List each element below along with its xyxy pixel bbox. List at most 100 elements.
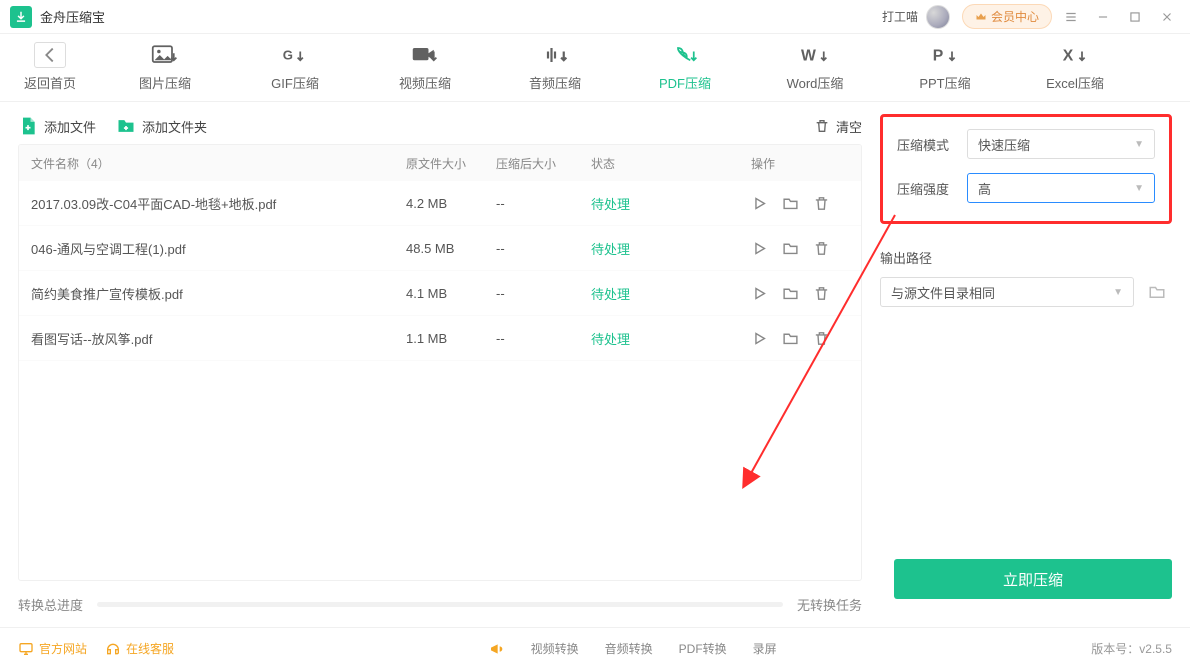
play-icon[interactable] xyxy=(751,195,768,212)
add-file-button[interactable]: 添加文件 xyxy=(18,116,96,136)
pdf-icon xyxy=(671,43,699,67)
version-label: 版本号：v2.5.5 xyxy=(1091,640,1172,657)
maximize-button[interactable] xyxy=(1122,4,1148,30)
table-row: 简约美食推广宣传模板.pdf4.1 MB--待处理 xyxy=(19,271,861,316)
chevron-down-icon: ▼ xyxy=(1134,139,1144,150)
cell-status: 待处理 xyxy=(591,239,751,258)
cell-name: 046-通风与空调工程(1).pdf xyxy=(19,239,406,258)
nav-gif-compress[interactable]: G GIF压缩 xyxy=(230,43,360,92)
footer-link-pdf[interactable]: PDF转换 xyxy=(679,640,727,657)
cell-orig-size: 1.1 MB xyxy=(406,331,496,346)
browse-folder-button[interactable] xyxy=(1142,277,1172,307)
trash-icon[interactable] xyxy=(813,330,830,347)
user-avatar[interactable] xyxy=(926,5,950,29)
folder-icon[interactable] xyxy=(782,240,799,257)
mode-label: 压缩模式 xyxy=(897,135,957,154)
progress-label: 转换总进度 xyxy=(18,595,83,614)
nav-audio-compress[interactable]: 音频压缩 xyxy=(490,43,620,92)
user-name: 打工喵 xyxy=(882,8,918,25)
footer-link-video[interactable]: 视频转换 xyxy=(531,640,579,657)
table-row: 看图写话--放风筝.pdf1.1 MB--待处理 xyxy=(19,316,861,361)
nav-video-compress[interactable]: 视频压缩 xyxy=(360,43,490,92)
app-title: 金舟压缩宝 xyxy=(40,7,105,26)
chevron-down-icon: ▼ xyxy=(1113,287,1123,298)
vip-label: 会员中心 xyxy=(991,8,1039,25)
nav-pdf-compress[interactable]: PDF压缩 xyxy=(620,43,750,92)
add-file-icon xyxy=(18,116,38,136)
nav-image-compress[interactable]: 图片压缩 xyxy=(100,43,230,92)
word-icon: W xyxy=(801,43,829,67)
col-header-orig: 原文件大小 xyxy=(406,155,496,172)
cell-status: 待处理 xyxy=(591,329,751,348)
cell-orig-size: 4.1 MB xyxy=(406,286,496,301)
megaphone-icon xyxy=(489,641,505,657)
excel-icon: X xyxy=(1061,43,1089,67)
footer-link-audio[interactable]: 音频转换 xyxy=(605,640,653,657)
nav-ppt-compress[interactable]: P PPT压缩 xyxy=(880,43,1010,92)
progress-track xyxy=(97,602,783,607)
crown-icon xyxy=(975,11,987,23)
file-table: 文件名称（4） 原文件大小 压缩后大小 状态 操作 2017.03.09改-C0… xyxy=(18,144,862,581)
clear-button[interactable]: 清空 xyxy=(814,117,862,136)
strength-select[interactable]: 高 ▼ xyxy=(967,173,1155,203)
cell-after-size: -- xyxy=(496,196,591,211)
folder-icon[interactable] xyxy=(782,330,799,347)
audio-icon xyxy=(541,43,569,67)
strength-label: 压缩强度 xyxy=(897,179,957,198)
progress-status: 无转换任务 xyxy=(797,595,862,614)
gif-icon: G xyxy=(281,43,309,67)
play-icon[interactable] xyxy=(751,285,768,302)
col-header-status: 状态 xyxy=(591,155,751,172)
trash-icon[interactable] xyxy=(813,195,830,212)
col-header-name: 文件名称（4） xyxy=(19,155,406,172)
table-row: 046-通风与空调工程(1).pdf48.5 MB--待处理 xyxy=(19,226,861,271)
nav-back-label: 返回首页 xyxy=(24,73,76,92)
cell-after-size: -- xyxy=(496,286,591,301)
play-icon[interactable] xyxy=(751,240,768,257)
footer-link-screen[interactable]: 录屏 xyxy=(753,640,777,657)
menu-icon[interactable] xyxy=(1058,4,1084,30)
nav-back[interactable]: 返回首页 xyxy=(0,43,100,92)
minimize-button[interactable] xyxy=(1090,4,1116,30)
cell-name: 2017.03.09改-C04平面CAD-地毯+地板.pdf xyxy=(19,194,406,213)
add-folder-icon xyxy=(116,116,136,136)
promo-icon xyxy=(489,641,505,657)
cell-after-size: -- xyxy=(496,331,591,346)
customer-service-link[interactable]: 在线客服 xyxy=(105,640,174,657)
folder-icon[interactable] xyxy=(782,195,799,212)
image-icon xyxy=(151,43,179,67)
vip-center-button[interactable]: 会员中心 xyxy=(962,4,1052,29)
cell-orig-size: 48.5 MB xyxy=(406,241,496,256)
svg-text:X: X xyxy=(1063,47,1074,64)
output-label: 输出路径 xyxy=(880,248,1172,267)
mode-select[interactable]: 快速压缩 ▼ xyxy=(967,129,1155,159)
trash-icon[interactable] xyxy=(813,240,830,257)
cell-status: 待处理 xyxy=(591,284,751,303)
top-nav: 返回首页 图片压缩 G GIF压缩 视频压缩 音频压缩 PDF压缩 W Word… xyxy=(0,34,1190,102)
cell-orig-size: 4.2 MB xyxy=(406,196,496,211)
close-button[interactable] xyxy=(1154,4,1180,30)
settings-highlight-box: 压缩模式 快速压缩 ▼ 压缩强度 高 ▼ xyxy=(880,114,1172,224)
cell-name: 简约美食推广宣传模板.pdf xyxy=(19,284,406,303)
output-path-select[interactable]: 与源文件目录相同 ▼ xyxy=(880,277,1134,307)
ppt-icon: P xyxy=(931,43,959,67)
svg-text:P: P xyxy=(933,47,944,64)
compress-now-button[interactable]: 立即压缩 xyxy=(894,559,1172,599)
headset-icon xyxy=(105,641,121,657)
app-logo-icon xyxy=(10,6,32,28)
nav-word-compress[interactable]: W Word压缩 xyxy=(750,43,880,92)
svg-text:G: G xyxy=(283,47,293,62)
monitor-icon xyxy=(18,641,34,657)
col-header-after: 压缩后大小 xyxy=(496,155,591,172)
trash-icon[interactable] xyxy=(813,285,830,302)
play-icon[interactable] xyxy=(751,330,768,347)
folder-icon[interactable] xyxy=(782,285,799,302)
nav-excel-compress[interactable]: X Excel压缩 xyxy=(1010,43,1140,92)
official-website-link[interactable]: 官方网站 xyxy=(18,640,87,657)
folder-icon xyxy=(1148,283,1166,301)
svg-text:W: W xyxy=(801,47,816,64)
table-row: 2017.03.09改-C04平面CAD-地毯+地板.pdf4.2 MB--待处… xyxy=(19,181,861,226)
add-folder-button[interactable]: 添加文件夹 xyxy=(116,116,207,136)
cell-after-size: -- xyxy=(496,241,591,256)
cell-name: 看图写话--放风筝.pdf xyxy=(19,329,406,348)
